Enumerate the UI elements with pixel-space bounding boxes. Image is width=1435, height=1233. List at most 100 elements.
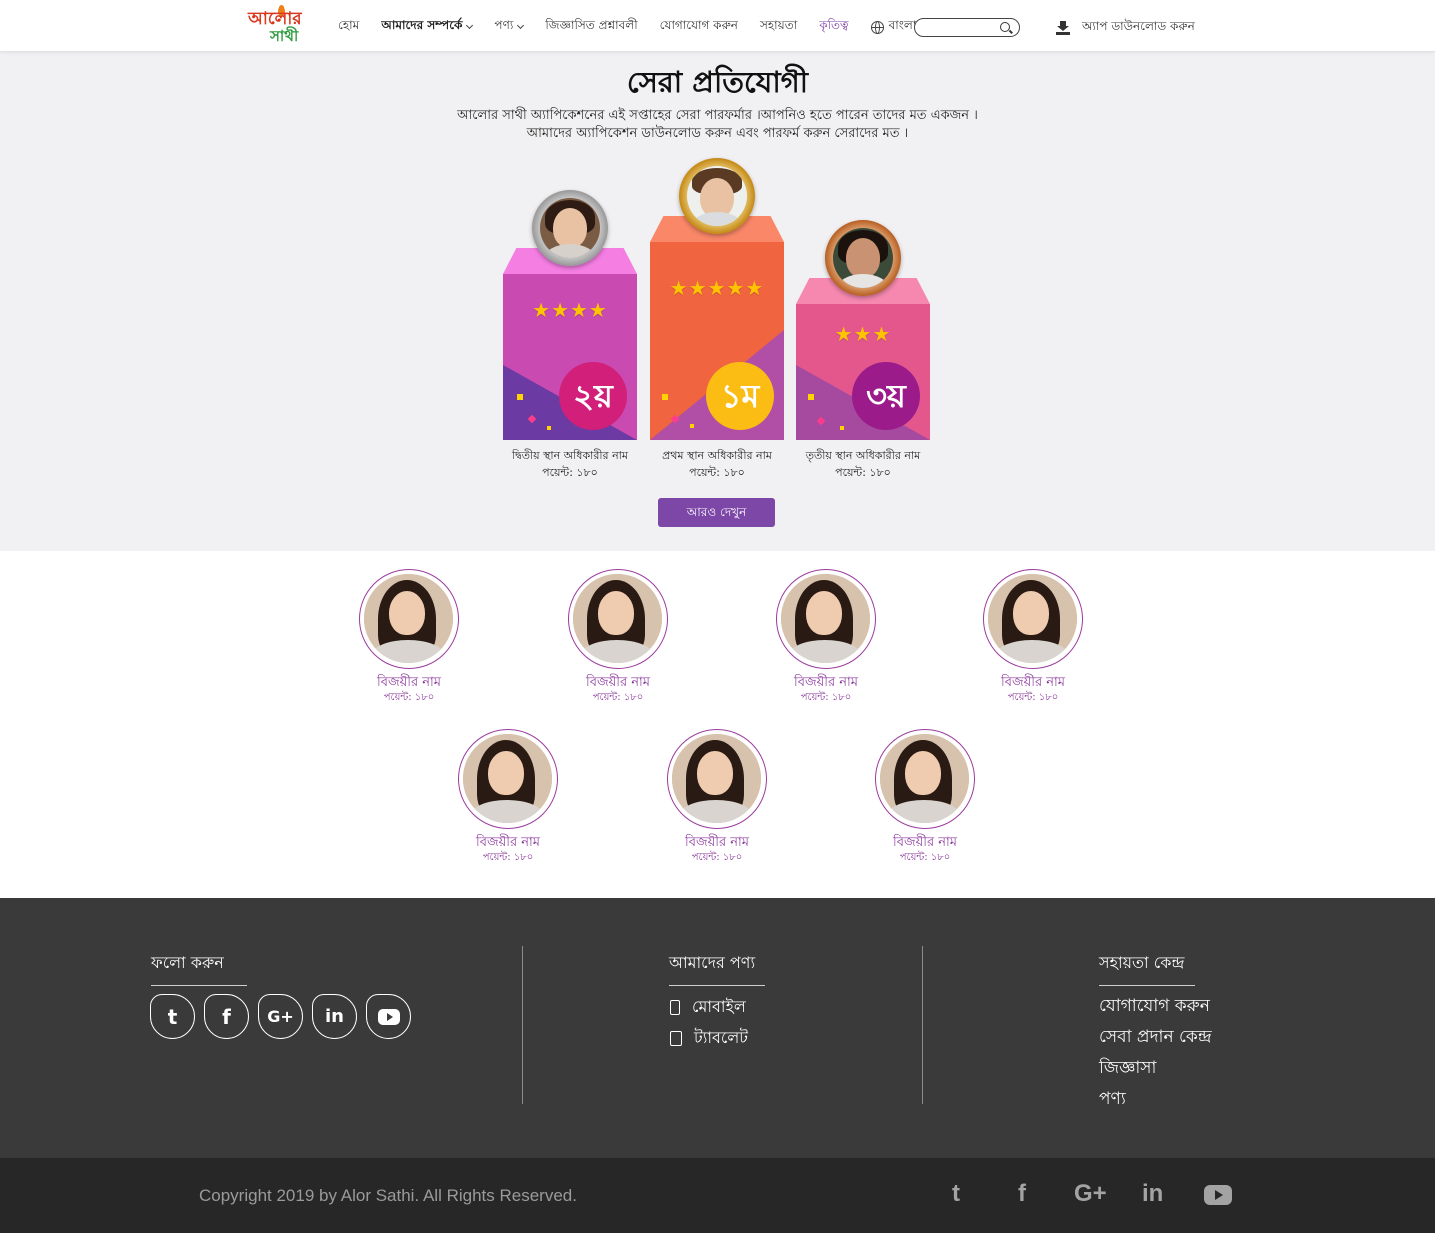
podium-third-stars: ★★★ <box>834 322 892 346</box>
podium-first-body: ★★★★★ ১ম <box>650 242 784 440</box>
search-input[interactable] <box>923 22 1003 39</box>
language-label: বাংলা <box>888 18 917 32</box>
twitter-icon[interactable]: t <box>150 994 195 1039</box>
copyright-text: Copyright 2019 by Alor Sathi. All Rights… <box>199 1186 577 1205</box>
help-title: সহায়তা কেন্দ্র <box>1099 950 1195 986</box>
google-plus-icon[interactable]: G+ <box>1074 1180 1107 1208</box>
youtube-icon[interactable] <box>366 994 411 1039</box>
winner-points: পয়েন্ট: ১৮০ <box>691 852 743 863</box>
podium-second-stars: ★★★★ <box>532 298 608 322</box>
chevron-down-icon <box>517 21 525 30</box>
follow-title: ফলো করুন <box>151 950 247 986</box>
nav-about[interactable]: আমাদের সম্পর্কে <box>381 17 474 37</box>
main-nav: হোম আমাদের সম্পর্কে পণ্য জিজ্ঞাসিত প্রশ্… <box>338 16 948 38</box>
tablet-icon <box>670 1031 682 1046</box>
gold-medal-avatar <box>679 158 755 234</box>
site-footer: ফলো করুন t f G+ in আমাদের পণ্য মোবাইল ট্… <box>0 898 1435 1158</box>
globe-icon <box>870 20 884 34</box>
help-link-contact[interactable]: যোগাযোগ করুন <box>1099 993 1210 1021</box>
podium-second-rank: ২য় <box>559 362 627 430</box>
nav-help[interactable]: সহায়তা <box>760 17 797 37</box>
site-header: আলোর সাথী হোম আমাদের সম্পর্কে পণ্য জিজ্ঞ… <box>0 0 1435 52</box>
podium-first-rank: ১ম <box>706 362 774 430</box>
winners-section: বিজয়ীর নাম পয়েন্ট: ১৮০ বিজয়ীর নাম পয়… <box>0 551 1435 898</box>
nav-achievements[interactable]: কৃতিত্ব <box>819 17 848 37</box>
winner-points: পয়েন্ট: ১৮০ <box>899 852 951 863</box>
search-icon[interactable] <box>1000 22 1010 32</box>
youtube-icon[interactable] <box>1204 1184 1232 1212</box>
app-download-link[interactable]: অ্যাপ ডাউনলোড করুন <box>1056 18 1195 38</box>
silver-medal-avatar <box>532 190 608 266</box>
product-mobile-label: মোবাইল <box>692 997 746 1016</box>
winner-card[interactable]: বিজয়ীর নাম পয়েন্ট: ১৮০ <box>756 569 896 705</box>
podium-second: ★★★★ ২য় <box>503 190 637 440</box>
product-tablet[interactable]: ট্যাবলেট <box>670 1025 748 1052</box>
product-tablet-label: ট্যাবলেট <box>694 1028 748 1047</box>
podium-third-name: তৃতীয় স্থান অধিকারীর নাম <box>805 449 921 462</box>
winner-card[interactable]: বিজয়ীর নাম পয়েন্ট: ১৮০ <box>438 729 578 865</box>
winner-card[interactable]: বিজয়ীর নাম পয়েন্ট: ১৮০ <box>963 569 1103 705</box>
app-download-label: অ্যাপ ডাউনলোড করুন <box>1082 19 1195 33</box>
winner-points: পয়েন্ট: ১৮০ <box>383 692 435 703</box>
logo-line-2: সাথী <box>270 27 299 45</box>
nav-products-label: পণ্য <box>494 18 514 32</box>
bottom-bar: Copyright 2019 by Alor Sathi. All Rights… <box>0 1158 1435 1233</box>
product-mobile[interactable]: মোবাইল <box>670 994 746 1021</box>
page-title: সেরা প্রতিযোগী <box>626 65 809 99</box>
winner-card[interactable]: বিজয়ীর নাম পয়েন্ট: ১৮০ <box>855 729 995 865</box>
see-more-button[interactable]: আরও দেখুন <box>658 498 775 527</box>
winner-name: বিজয়ীর নাম <box>685 835 749 850</box>
podium-second-info: দ্বিতীয় স্থান অধিকারীর নাম পয়েন্ট: ১৮০ <box>490 447 650 481</box>
podium-third-rank: ৩য় <box>852 362 920 430</box>
winner-name: বিজয়ীর নাম <box>586 675 650 690</box>
facebook-icon[interactable]: f <box>1018 1180 1026 1208</box>
winner-card[interactable]: বিজয়ীর নাম পয়েন্ট: ১৮০ <box>548 569 688 705</box>
products-title: আমাদের পণ্য <box>669 950 765 986</box>
podium-second-body: ★★★★ ২য় <box>503 274 637 440</box>
subtitle-line-1: আলোর সাথী অ্যাপিকেশনের এই সপ্তাহের সেরা … <box>457 108 978 123</box>
help-link-products[interactable]: পণ্য <box>1099 1086 1126 1114</box>
podium-third-points: পয়েন্ট: ১৮০ <box>835 466 891 479</box>
page-subtitle: আলোর সাথী অ্যাপিকেশনের এই সপ্তাহের সেরা … <box>0 107 1435 143</box>
chevron-down-icon <box>466 21 474 30</box>
podium-third: ★★★ ৩য় <box>796 220 930 440</box>
avatar <box>568 569 668 669</box>
nav-products[interactable]: পণ্য <box>494 17 525 37</box>
podium-first: ★★★★★ ১ম <box>650 158 784 440</box>
podium-third-body: ★★★ ৩য় <box>796 304 930 440</box>
winner-points: পয়েন্ট: ১৮০ <box>482 852 534 863</box>
winner-card[interactable]: বিজয়ীর নাম পয়েন্ট: ১৮০ <box>647 729 787 865</box>
twitter-icon[interactable]: t <box>952 1180 960 1208</box>
avatar <box>359 569 459 669</box>
nav-contact[interactable]: যোগাযোগ করুন <box>660 17 738 37</box>
help-link-service-center[interactable]: সেবা প্রদান কেন্দ্র <box>1099 1024 1212 1052</box>
bronze-medal-avatar <box>825 220 901 296</box>
avatar <box>667 729 767 829</box>
linkedin-icon[interactable]: in <box>1142 1180 1163 1208</box>
help-link-faq[interactable]: জিজ্ঞাসা <box>1099 1055 1156 1083</box>
winner-name: বিজয়ীর নাম <box>1001 675 1065 690</box>
mobile-icon <box>670 1000 680 1015</box>
nav-about-label: আমাদের সম্পর্কে <box>381 18 463 32</box>
facebook-icon[interactable]: f <box>204 994 249 1039</box>
podium-first-points: পয়েন্ট: ১৮০ <box>689 466 745 479</box>
footer-divider <box>922 946 923 1104</box>
winner-name: বিজয়ীর নাম <box>893 835 957 850</box>
podium-first-info: প্রথম স্থান অধিকারীর নাম পয়েন্ট: ১৮০ <box>637 447 797 481</box>
logo-line-1: আলোর <box>248 9 302 29</box>
avatar <box>458 729 558 829</box>
avatar <box>983 569 1083 669</box>
avatar <box>875 729 975 829</box>
subtitle-line-2: আমাদের অ্যাপিকেশন ডাউনলোড করুন এবং পারফর… <box>526 126 909 141</box>
winner-name: বিজয়ীর নাম <box>794 675 858 690</box>
podium-first-stars: ★★★★★ <box>669 276 765 300</box>
linkedin-icon[interactable]: in <box>312 994 357 1039</box>
download-icon <box>1056 21 1070 35</box>
google-plus-icon[interactable]: G+ <box>258 994 303 1039</box>
alor-sathi-logo[interactable]: আলোর সাথী <box>248 5 304 49</box>
podium-second-points: পয়েন্ট: ১৮০ <box>542 466 598 479</box>
nav-faq[interactable]: জিজ্ঞাসিত প্রশ্নাবলী <box>545 17 637 37</box>
nav-home[interactable]: হোম <box>338 17 359 37</box>
winner-card[interactable]: বিজয়ীর নাম পয়েন্ট: ১৮০ <box>339 569 479 705</box>
search-box <box>914 18 1020 39</box>
